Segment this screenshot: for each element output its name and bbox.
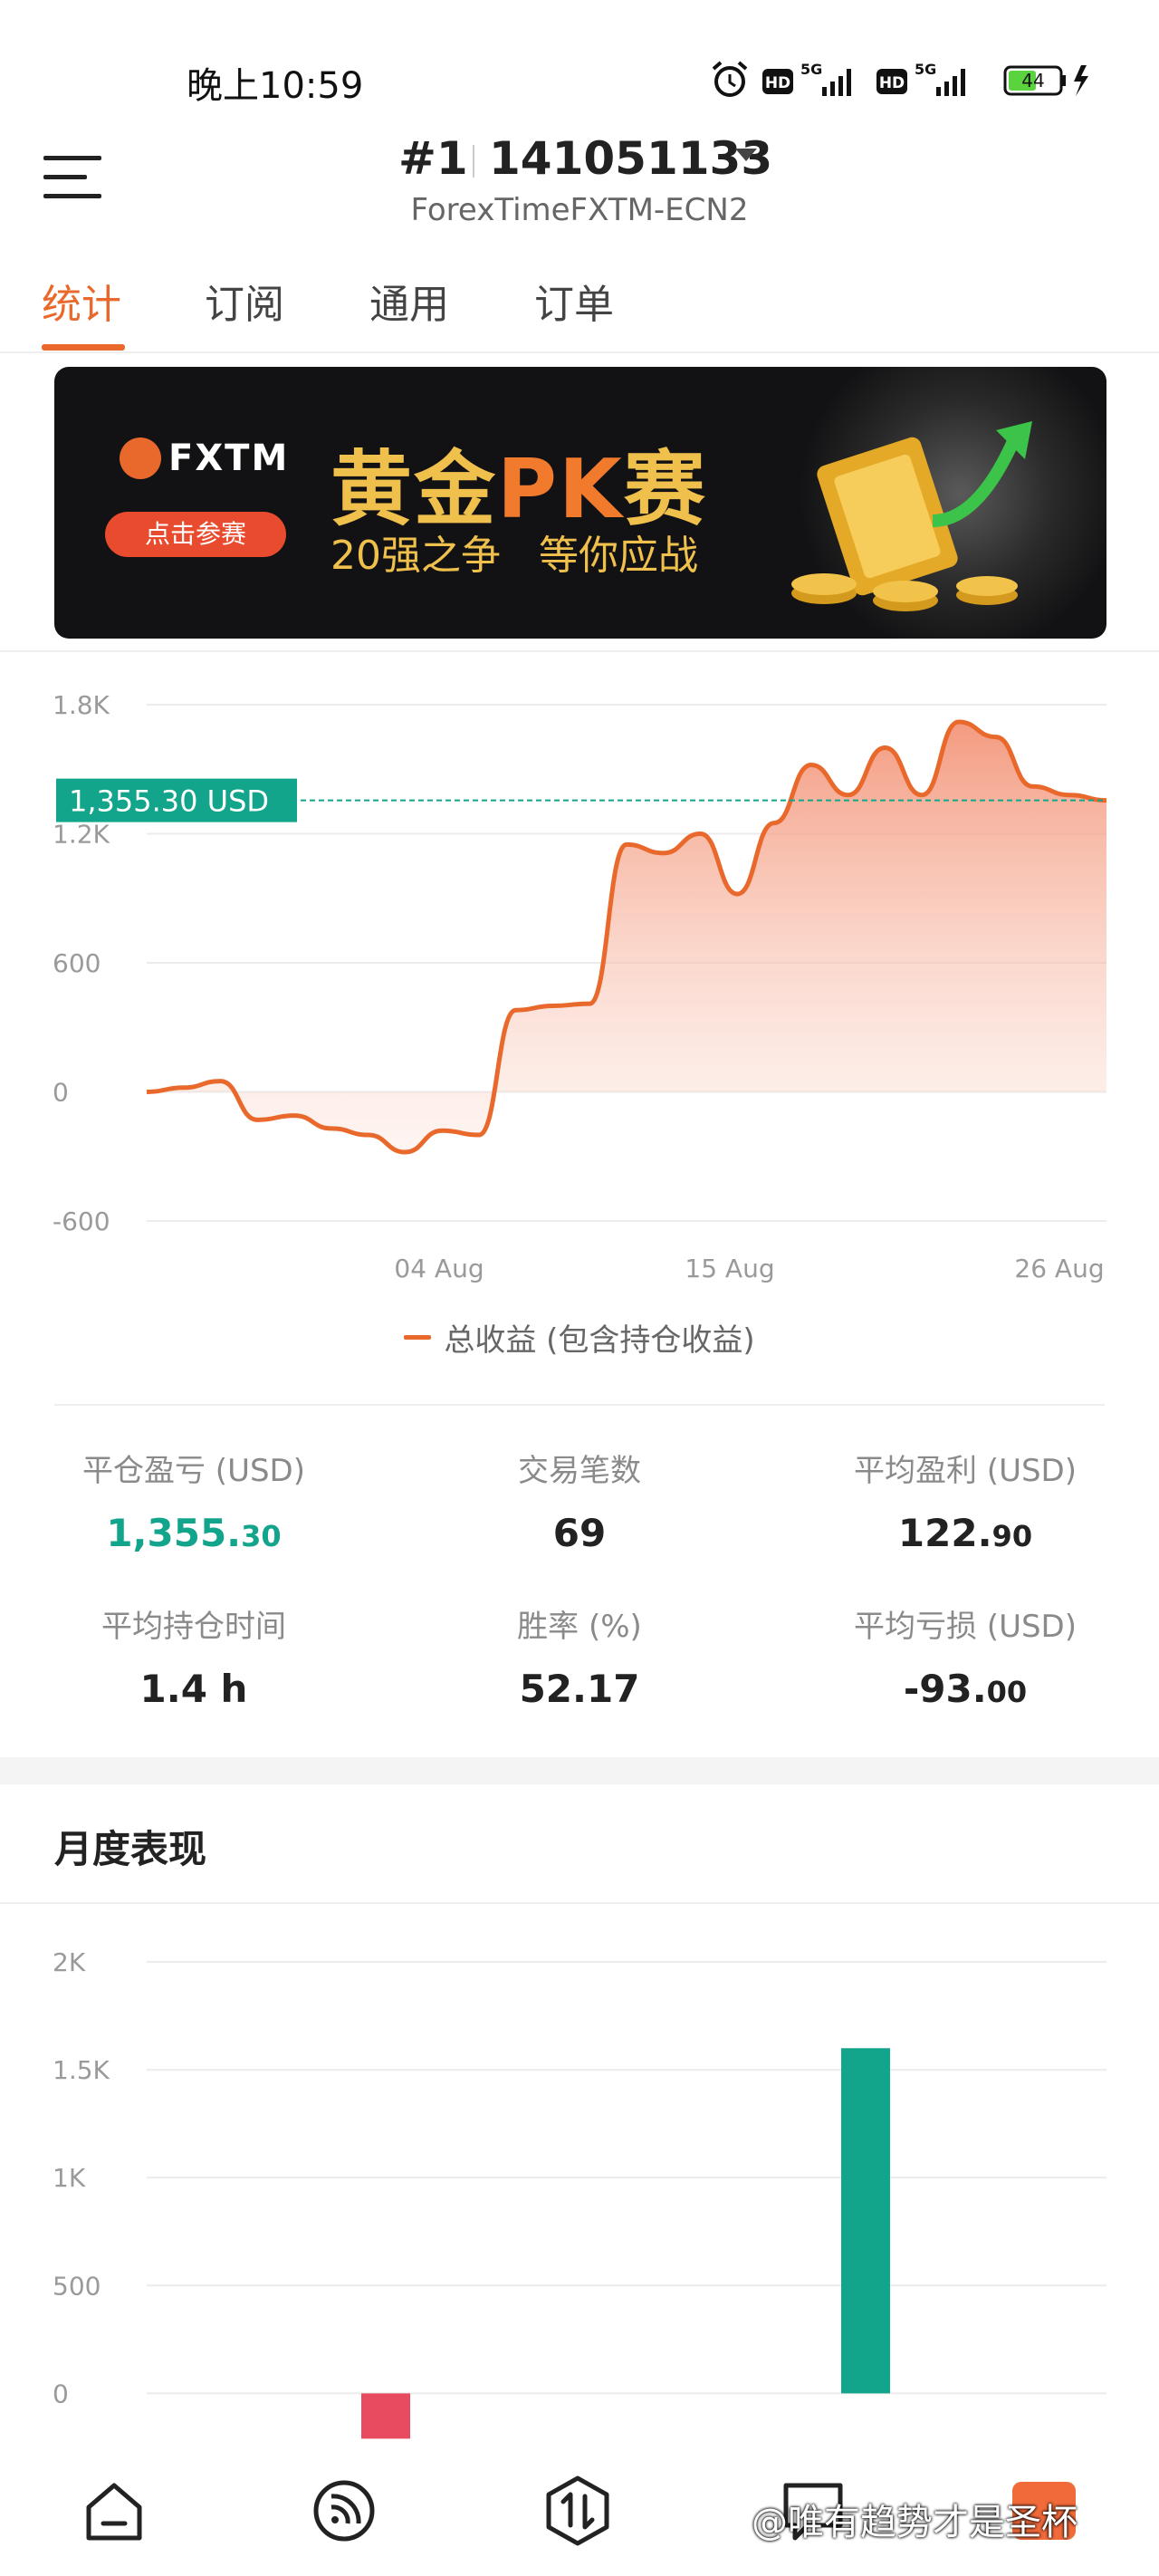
stat-label: 平均持仓时间 <box>101 1609 286 1645</box>
status-bar: 晚上10:59 HD 5G HD 5G 44 <box>0 0 1159 127</box>
active-tab-indicator <box>42 344 125 351</box>
chevron-down-icon <box>735 149 757 161</box>
banner-cta-button[interactable]: 点击参赛 <box>105 512 286 557</box>
feed-icon[interactable] <box>311 2478 377 2543</box>
stat-value: 1,355.30 <box>106 1511 282 1555</box>
status-icons: HD 5G HD 5G 44 <box>712 61 1088 97</box>
account-prefix: #1 <box>398 132 468 185</box>
app-header: #1 141051133 ForexTimeFXTM-ECN2 <box>0 127 1159 245</box>
y-tick-label: 0 <box>53 1078 69 1108</box>
stat-value: 122.90 <box>897 1511 1033 1555</box>
section-gap <box>0 1757 1159 1784</box>
svg-text:5G: 5G <box>915 61 936 78</box>
legend-label: 总收益 (包含持仓收益) <box>444 1322 755 1359</box>
x-tick-label: 04 Aug <box>394 1254 484 1283</box>
monthly-title: 月度表现 <box>54 1827 207 1871</box>
signal-icon-1: 5G <box>800 61 851 96</box>
y-tick-label: 1.2K <box>53 820 110 850</box>
gold-coins-icon <box>791 421 1032 611</box>
monthly-chart: 2K 1.5K 1K 500 0 <box>53 1947 1106 2439</box>
tab-orders[interactable]: 订单 <box>534 272 614 330</box>
status-time: 晚上10:59 <box>187 65 364 107</box>
divider <box>473 145 474 178</box>
trade-icon[interactable] <box>543 2475 612 2547</box>
fxtm-logo-icon <box>120 437 161 479</box>
alarm-icon <box>712 61 748 97</box>
monthly-bar <box>361 2393 410 2439</box>
svg-text:HD: HD <box>765 74 790 92</box>
banner-brand: FXTM <box>168 437 290 479</box>
x-tick-label: 26 Aug <box>1014 1254 1104 1283</box>
stat-value: 1.4 h <box>139 1667 248 1711</box>
y-tick-label: 1K <box>53 2163 86 2193</box>
hd-icon: HD <box>762 69 793 94</box>
watermark: @唯有趋势才是圣杯 <box>752 2502 1078 2543</box>
stat-value: 52.17 <box>519 1667 640 1711</box>
equity-legend: 总收益 (包含持仓收益) <box>0 1315 1159 1360</box>
server-name: ForexTimeFXTM-ECN2 <box>410 192 749 228</box>
stat-label: 平均盈利 (USD) <box>854 1453 1077 1489</box>
account-selector[interactable]: #1 141051133 <box>398 132 779 190</box>
current-value-label: 1,355.30 USD <box>69 784 269 819</box>
stat-label: 交易笔数 <box>518 1453 641 1489</box>
equity-chart: 1.8K 1.2K 600 0 -600 04 Aug 15 Aug 26 Aug 1,35… <box>53 690 1107 1283</box>
legend-swatch <box>404 1335 432 1340</box>
y-tick-label: 1.8K <box>53 690 110 720</box>
tab-subscription[interactable]: 订阅 <box>205 272 284 330</box>
stat-value: -93.00 <box>903 1667 1028 1711</box>
stat-label: 平仓盈亏 (USD) <box>82 1453 305 1489</box>
stat-label: 平均亏损 (USD) <box>854 1609 1077 1645</box>
hd-icon-2: HD <box>876 69 907 94</box>
stat-value: 69 <box>552 1511 607 1555</box>
home-icon[interactable] <box>81 2478 147 2543</box>
svg-text:5G: 5G <box>800 61 822 78</box>
x-tick-label: 15 Aug <box>685 1254 774 1283</box>
tab-general[interactable]: 通用 <box>369 272 449 330</box>
y-tick-label: 1.5K <box>53 2055 110 2085</box>
battery-icon: 44 <box>1003 65 1088 96</box>
monthly-bar <box>841 2048 890 2394</box>
y-tick-label: 500 <box>53 2271 101 2301</box>
signal-icon-2: 5G <box>915 61 965 96</box>
banner-subtitle: 20强之争 等你应战 <box>330 533 698 579</box>
svg-text:HD: HD <box>879 74 905 92</box>
tab-bar: 统计 订阅 通用 订单 <box>0 245 1159 353</box>
y-tick-label: -600 <box>53 1206 110 1236</box>
separator <box>54 1404 1105 1406</box>
y-tick-label: 0 <box>53 2379 69 2408</box>
bottom-nav: @唯有趋势才是圣杯 <box>0 2446 1159 2576</box>
svg-text:44: 44 <box>1021 70 1044 91</box>
tab-statistics[interactable]: 统计 <box>42 272 121 330</box>
account-number: 141051133 <box>489 132 773 185</box>
y-tick-label: 600 <box>53 948 101 978</box>
stat-label: 胜率 (%) <box>517 1609 642 1645</box>
y-tick-label: 2K <box>53 1947 86 1977</box>
promo-banner[interactable]: FXTM 点击参赛 黄金PK赛 20强之争 等你应战 <box>54 367 1106 639</box>
